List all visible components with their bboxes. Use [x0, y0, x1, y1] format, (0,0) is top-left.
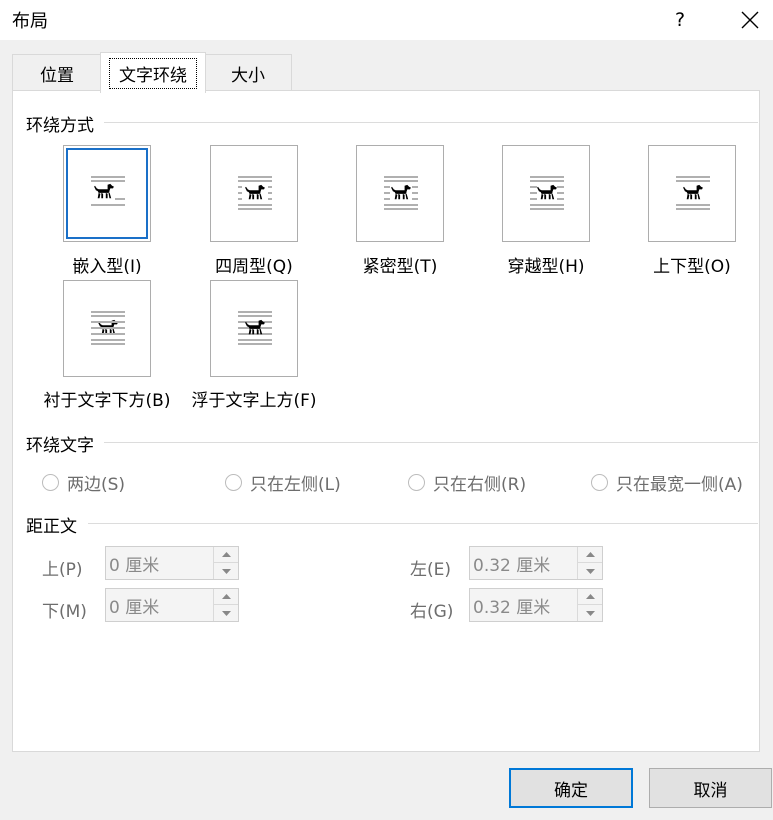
spinner-arrows[interactable] [213, 547, 238, 579]
wrap-through-option[interactable] [502, 145, 590, 242]
distance-top-label: 上(P) [42, 560, 83, 580]
tight-wrap-icon [384, 176, 418, 210]
spinner-arrows[interactable] [577, 547, 602, 579]
spinner-arrows[interactable] [213, 589, 238, 621]
wrap-behind-text-option[interactable] [63, 280, 151, 377]
distance-right-label: 右(G) [410, 602, 454, 622]
wrap-in-front-label: 浮于文字上方(F) [191, 391, 317, 411]
tab-position-label: 位置 [40, 65, 74, 86]
wrap-inline-option[interactable] [63, 145, 151, 242]
spin-up-icon[interactable] [578, 547, 602, 563]
section-divider [88, 523, 758, 524]
title-bar: 布局 ? [0, 0, 773, 40]
distance-left-label: 左(E) [410, 560, 452, 580]
wrap-both-sides-radio[interactable]: 两边(S) [42, 470, 125, 495]
tab-size-label: 大小 [231, 65, 265, 86]
top-bottom-wrap-icon [676, 176, 710, 210]
ok-button[interactable]: 确定 [509, 768, 633, 808]
spin-up-icon[interactable] [214, 547, 238, 563]
spin-down-icon[interactable] [214, 605, 238, 621]
wrap-square-option[interactable] [210, 145, 298, 242]
spin-up-icon[interactable] [214, 589, 238, 605]
in-front-wrap-icon [238, 311, 272, 345]
wrap-behind-text-label: 衬于文字下方(B) [43, 391, 171, 411]
wrap-both-sides-label: 两边(S) [67, 475, 126, 495]
wrap-text-title: 环绕文字 [26, 436, 94, 456]
ok-button-label: 确定 [554, 780, 588, 801]
distance-left-input[interactable] [470, 547, 578, 579]
cancel-button[interactable]: 取消 [649, 768, 772, 808]
wrap-in-front-option[interactable] [210, 280, 298, 377]
inline-wrap-icon [91, 176, 125, 206]
spin-up-icon[interactable] [578, 589, 602, 605]
behind-text-wrap-icon [91, 311, 125, 345]
spinner-arrows[interactable] [577, 589, 602, 621]
radio-circle [408, 474, 425, 491]
help-icon: ? [674, 9, 686, 31]
tab-position[interactable]: 位置 [12, 54, 102, 91]
distance-bottom-label: 下(M) [42, 602, 87, 622]
wrap-right-only-label: 只在右侧(R) [433, 475, 527, 495]
distance-title: 距正文 [26, 517, 77, 537]
distance-top-spinner[interactable] [105, 546, 239, 580]
spin-down-icon[interactable] [578, 563, 602, 579]
wrap-through-label: 穿越型(H) [507, 257, 585, 277]
help-button[interactable]: ? [662, 0, 698, 40]
section-divider [104, 122, 758, 123]
tab-size[interactable]: 大小 [204, 54, 292, 91]
radio-circle [225, 474, 242, 491]
wrap-largest-only-label: 只在最宽一侧(A) [616, 475, 743, 495]
spin-down-icon[interactable] [214, 563, 238, 579]
distance-left-spinner[interactable] [469, 546, 603, 580]
wrap-top-bottom-label: 上下型(O) [653, 257, 731, 277]
tab-text-wrapping-label: 文字环绕 [109, 57, 197, 89]
distance-bottom-spinner[interactable] [105, 588, 239, 622]
distance-top-input[interactable] [106, 547, 214, 579]
wrap-top-bottom-option[interactable] [648, 145, 736, 242]
wrap-left-only-label: 只在左侧(L) [250, 475, 341, 495]
through-wrap-icon [530, 176, 564, 210]
wrap-inline-label: 嵌入型(I) [72, 257, 142, 277]
radio-circle [591, 474, 608, 491]
distance-right-input[interactable] [470, 589, 578, 621]
square-wrap-icon [238, 176, 272, 210]
wrap-largest-only-radio[interactable]: 只在最宽一侧(A) [591, 470, 743, 495]
wrap-tight-option[interactable] [356, 145, 444, 242]
cancel-button-label: 取消 [693, 780, 728, 801]
wrap-square-label: 四周型(Q) [215, 257, 293, 277]
window-title: 布局 [12, 11, 48, 32]
distance-bottom-input[interactable] [106, 589, 214, 621]
radio-circle [42, 474, 59, 491]
wrap-right-only-radio[interactable]: 只在右侧(R) [408, 470, 526, 495]
wrap-left-only-radio[interactable]: 只在左侧(L) [225, 470, 341, 495]
close-icon [741, 11, 759, 29]
wrap-style-title: 环绕方式 [26, 116, 94, 136]
tab-text-wrapping[interactable]: 文字环绕 [100, 52, 206, 93]
spin-down-icon[interactable] [578, 605, 602, 621]
close-button[interactable] [730, 0, 770, 40]
distance-right-spinner[interactable] [469, 588, 603, 622]
section-divider [104, 442, 758, 443]
wrap-tight-label: 紧密型(T) [362, 257, 438, 277]
